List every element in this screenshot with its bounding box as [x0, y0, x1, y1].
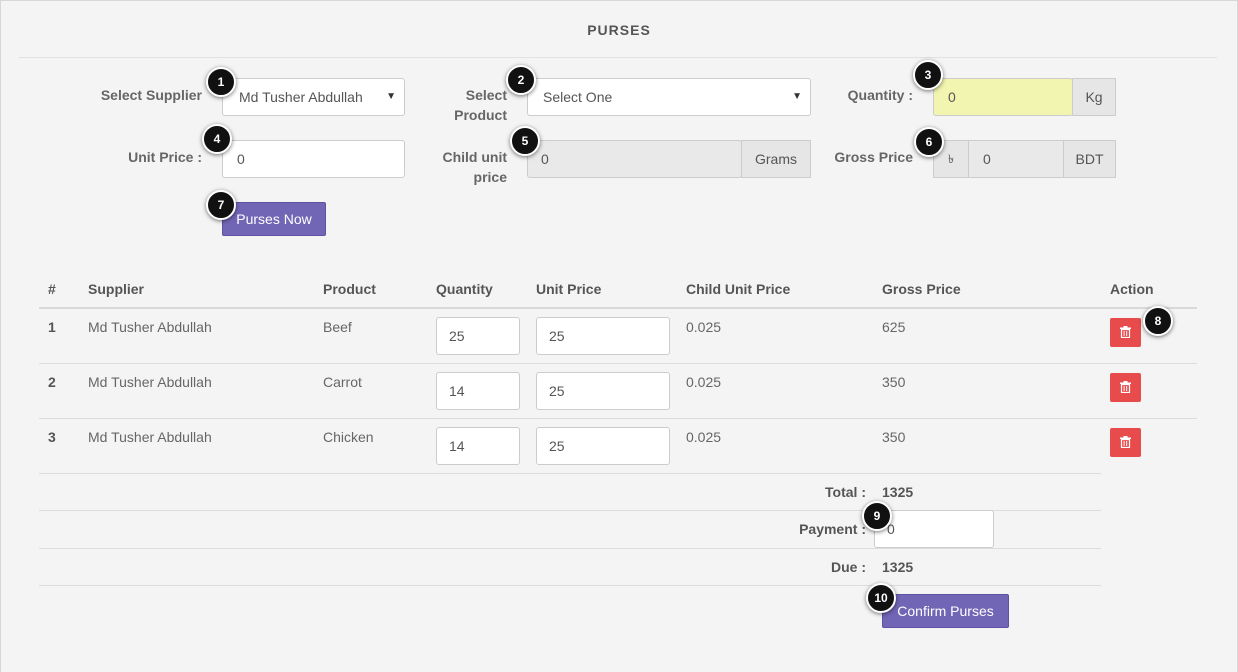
- row-gross-price: 350: [882, 374, 906, 390]
- row-supplier: Md Tusher Abdullah: [88, 319, 212, 335]
- row-product: Beef: [323, 319, 352, 335]
- row-unit-price-input[interactable]: 25: [536, 372, 670, 410]
- caret-down-icon: ▼: [386, 91, 396, 102]
- purses-now-button[interactable]: Purses Now: [222, 202, 326, 236]
- title-divider: [19, 57, 1217, 58]
- callout-badge: 8: [1143, 306, 1173, 336]
- supplier-select[interactable]: Md Tusher Abdullah ▼: [222, 78, 405, 116]
- delete-row-button[interactable]: [1110, 373, 1141, 402]
- product-select[interactable]: Select One ▼: [527, 78, 811, 116]
- quantity-input[interactable]: 0: [933, 78, 1073, 116]
- caret-down-icon: ▼: [792, 91, 802, 102]
- col-header-unit-price: Unit Price: [536, 281, 602, 297]
- payment-input[interactable]: 0: [874, 510, 994, 548]
- page-title: PURSES: [587, 22, 651, 38]
- callout-badge: 10: [866, 583, 896, 613]
- row-child-unit-price: 0.025: [686, 374, 722, 390]
- child-unit-price-label: Child unit price: [420, 147, 507, 187]
- col-header-child-unit-price: Child Unit Price: [686, 281, 791, 297]
- col-header-gross-price: Gross Price: [882, 281, 961, 297]
- child-unit-label-line1: Child unit: [442, 149, 507, 165]
- delete-row-button[interactable]: [1110, 318, 1141, 347]
- row-supplier: Md Tusher Abdullah: [88, 374, 212, 390]
- product-label-line1: Select: [465, 87, 507, 103]
- col-header-num: #: [48, 281, 56, 297]
- total-value: 1325: [882, 484, 914, 500]
- child-unit-price-input: 0: [527, 140, 742, 178]
- row-number: 1: [48, 319, 56, 335]
- callout-badge: 2: [506, 65, 536, 95]
- row-quantity-input[interactable]: 14: [436, 372, 520, 410]
- row-unit-price-input[interactable]: 25: [536, 317, 670, 355]
- row-product: Chicken: [323, 429, 374, 445]
- gross-price-label: Gross Price: [834, 149, 913, 165]
- row-divider: [39, 473, 1101, 474]
- supplier-label: Select Supplier: [100, 87, 202, 103]
- quantity-label: Quantity :: [847, 87, 913, 103]
- row-supplier: Md Tusher Abdullah: [88, 429, 212, 445]
- row-child-unit-price: 0.025: [686, 319, 722, 335]
- col-header-product: Product: [323, 281, 376, 297]
- gross-price-unit: BDT: [1063, 140, 1116, 178]
- row-gross-price: 625: [882, 319, 906, 335]
- product-label-line2: Product: [454, 107, 507, 123]
- product-label: Select Product: [420, 85, 507, 125]
- due-label: Due :: [831, 559, 866, 575]
- child-unit-label-line2: price: [473, 169, 507, 185]
- unit-price-label: Unit Price :: [128, 149, 202, 165]
- row-product: Carrot: [323, 374, 362, 390]
- delete-row-button[interactable]: [1110, 428, 1141, 457]
- callout-badge: 1: [206, 67, 236, 97]
- row-quantity-input[interactable]: 14: [436, 427, 520, 465]
- supplier-select-value: Md Tusher Abdullah: [239, 89, 363, 105]
- child-unit-unit: Grams: [741, 140, 811, 178]
- summary-divider: [39, 548, 1101, 549]
- due-value: 1325: [882, 559, 914, 575]
- callout-badge: 4: [202, 124, 232, 154]
- row-gross-price: 350: [882, 429, 906, 445]
- confirm-purses-button[interactable]: Confirm Purses: [882, 594, 1009, 628]
- gross-price-input: 0: [968, 140, 1064, 178]
- row-number: 3: [48, 429, 56, 445]
- row-unit-price-input[interactable]: 25: [536, 427, 670, 465]
- quantity-unit: Kg: [1072, 78, 1116, 116]
- col-header-supplier: Supplier: [88, 281, 145, 297]
- callout-badge: 9: [862, 501, 892, 531]
- table-header-divider: [39, 307, 1197, 309]
- product-select-value: Select One: [543, 89, 613, 105]
- row-divider: [39, 418, 1197, 419]
- total-label: Total :: [825, 484, 866, 500]
- payment-label: Payment :: [799, 521, 866, 537]
- summary-divider: [39, 585, 1101, 586]
- col-header-action: Action: [1110, 281, 1154, 297]
- col-header-quantity: Quantity: [436, 281, 493, 297]
- callout-badge: 6: [914, 127, 944, 157]
- row-number: 2: [48, 374, 56, 390]
- unit-price-input[interactable]: 0: [222, 140, 405, 178]
- row-child-unit-price: 0.025: [686, 429, 722, 445]
- trash-icon: [1120, 326, 1131, 338]
- row-divider: [39, 363, 1197, 364]
- row-quantity-input[interactable]: 25: [436, 317, 520, 355]
- callout-badge: 5: [510, 126, 540, 156]
- callout-badge: 7: [206, 190, 236, 220]
- callout-badge: 3: [913, 60, 943, 90]
- trash-icon: [1120, 436, 1131, 448]
- trash-icon: [1120, 381, 1131, 393]
